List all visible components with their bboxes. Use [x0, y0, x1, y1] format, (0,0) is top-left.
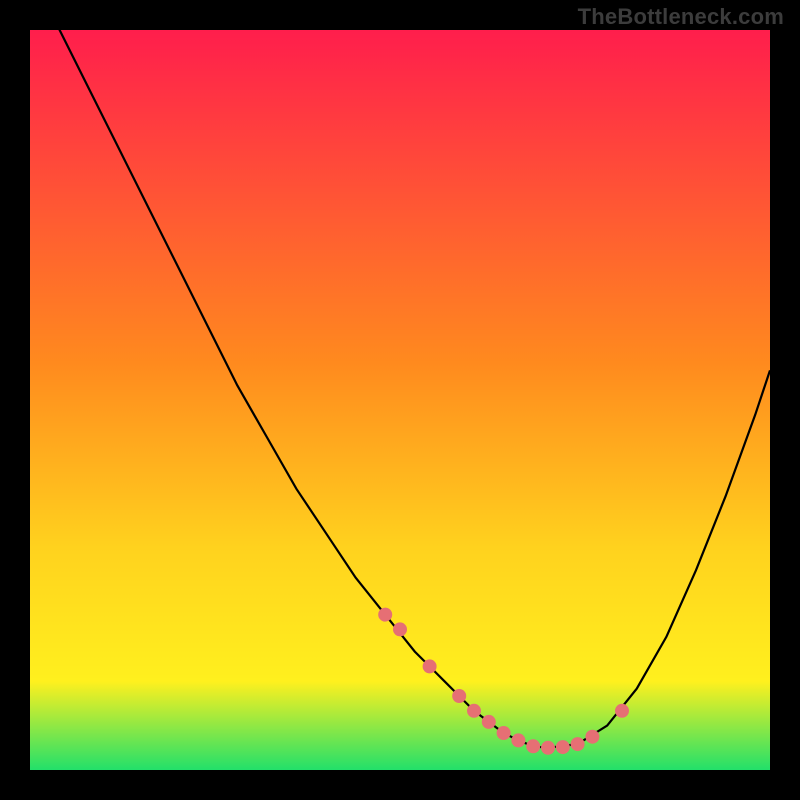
marker-dot — [497, 726, 511, 740]
marker-dot — [615, 704, 629, 718]
marker-dot — [467, 704, 481, 718]
marker-dot — [541, 741, 555, 755]
chart-svg — [30, 30, 770, 770]
gradient-fill — [30, 30, 770, 770]
marker-dot — [526, 739, 540, 753]
marker-dot — [378, 608, 392, 622]
watermark-label: TheBottleneck.com — [578, 4, 784, 30]
marker-dot — [585, 730, 599, 744]
marker-dot — [393, 622, 407, 636]
chart-frame: TheBottleneck.com — [0, 0, 800, 800]
marker-dot — [556, 740, 570, 754]
marker-dot — [482, 715, 496, 729]
marker-dot — [511, 733, 525, 747]
marker-dot — [571, 737, 585, 751]
marker-dot — [452, 689, 466, 703]
marker-dot — [423, 659, 437, 673]
plot-area — [30, 30, 770, 770]
